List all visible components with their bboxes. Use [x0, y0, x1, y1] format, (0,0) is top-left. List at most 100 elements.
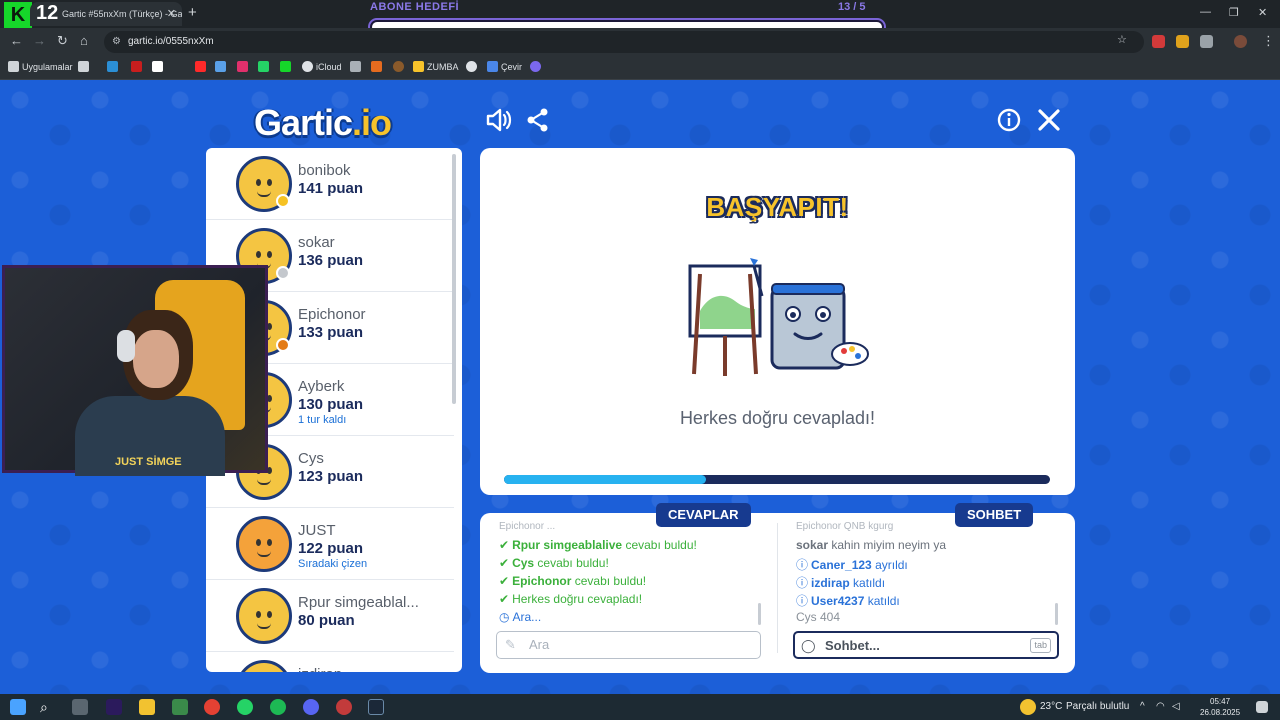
search-icon[interactable]: ⌕	[40, 699, 56, 715]
streamer-face	[133, 330, 179, 388]
clock[interactable]: 05:47 26.08.2025	[1200, 696, 1240, 718]
extensions-puzzle-icon[interactable]	[1200, 35, 1213, 48]
player-row[interactable]: JUST 122 puan Sıradaki çizen	[206, 508, 454, 580]
clock-icon: ◷	[499, 610, 510, 624]
answer-item: ✔ Rpur simgeablalive cevabı buldu!	[499, 538, 697, 552]
extension-icon[interactable]	[1176, 35, 1189, 48]
close-icon[interactable]	[1035, 106, 1063, 134]
player-row[interactable]: bonibok 141 puan	[206, 148, 454, 220]
close-tab-icon[interactable]: ✕	[167, 2, 176, 26]
masterpiece-title: BAŞYAPIT!	[706, 192, 849, 222]
bookmark-icloud[interactable]: iCloud	[302, 61, 342, 72]
player-note: Sıradaki çizen	[298, 558, 368, 570]
bookmark-icon[interactable]	[152, 61, 163, 72]
check-icon: ✔	[499, 574, 510, 588]
answers-tab[interactable]: CEVAPLAR	[656, 503, 751, 527]
tab-bar: K Gartic #55nxXm (Türkçe) - Gartic ✕ 12 …	[0, 0, 1280, 36]
chat-faded-line: Epichonor QNB kgurg	[796, 521, 894, 532]
player-list-scrollbar[interactable]	[452, 154, 456, 404]
player-row[interactable]: Rpur simgeablal... 80 puan	[206, 580, 454, 652]
bookmark-icon[interactable]	[371, 61, 382, 72]
bookmark-translate[interactable]: Çevir	[487, 61, 522, 72]
player-name: Epichonor	[298, 306, 366, 323]
bookmark-star-icon[interactable]: ☆	[1117, 33, 1127, 46]
close-window-icon[interactable]: ✕	[1258, 6, 1267, 19]
reload-icon[interactable]: ↻	[57, 33, 68, 49]
volume-icon[interactable]: ◁	[1172, 701, 1180, 712]
chat-message: sokar kahin miyim neyim ya	[796, 538, 947, 552]
home-icon[interactable]: ⌂	[80, 33, 88, 48]
chat-tab[interactable]: SOHBET	[955, 503, 1034, 527]
player-name: izdirap	[298, 666, 342, 672]
whatsapp-icon[interactable]	[258, 61, 269, 72]
menu-icon[interactable]: ⋮	[1262, 33, 1275, 49]
bookmark-icon[interactable]	[530, 61, 541, 72]
chat-message: Cys 404	[796, 610, 841, 624]
url-field[interactable]: ⚙ gartic.io/0555nxXm	[104, 31, 1144, 53]
sound-icon[interactable]	[484, 106, 512, 134]
answer-more[interactable]: ◷ Ara...	[499, 610, 541, 624]
stream-counter: 12	[36, 2, 59, 24]
new-tab-icon[interactable]: +	[188, 4, 197, 22]
address-bar: ← → ↻ ⌂ ⚙ gartic.io/0555nxXm ☆ ⋮	[0, 28, 1280, 56]
back-icon[interactable]: ←	[10, 33, 23, 48]
chat-scrollbar[interactable]	[1055, 603, 1058, 625]
answer-faded-line: Epichonor ...	[499, 521, 556, 532]
file-explorer-icon[interactable]	[139, 699, 155, 715]
share-icon[interactable]	[524, 106, 552, 134]
answers-scrollbar[interactable]	[758, 603, 761, 625]
weather-icon[interactable]	[1020, 699, 1036, 715]
tray-chevron-icon[interactable]: ^	[1140, 701, 1145, 712]
obs-icon[interactable]	[336, 699, 352, 715]
chat-event: ⓘ Caner_123 ayrıldı	[796, 558, 908, 572]
restore-icon[interactable]: ❐	[1229, 6, 1239, 19]
bookmark-icon[interactable]	[350, 61, 361, 72]
gartic-logo: Gartic.io	[254, 102, 392, 143]
forward-icon[interactable]: →	[33, 33, 46, 48]
panel-divider	[777, 523, 778, 653]
info-icon: ⓘ	[796, 576, 809, 590]
kick-icon[interactable]	[280, 61, 291, 72]
tab-hint-badge: tab	[1030, 638, 1051, 653]
instagram-icon[interactable]	[237, 61, 248, 72]
premiere-icon[interactable]	[106, 699, 122, 715]
bookmark-apps[interactable]: Uygulamalar	[8, 61, 73, 72]
network-icon[interactable]: ◠	[1156, 701, 1165, 712]
weather-temp: 23°C	[1040, 701, 1063, 712]
steam-icon[interactable]	[368, 699, 384, 715]
player-row[interactable]: izdirap	[206, 652, 454, 672]
search-icon: ◯	[801, 638, 816, 653]
windows-start-icon[interactable]	[10, 699, 26, 715]
player-avatar	[236, 516, 292, 572]
minimize-icon[interactable]: —	[1200, 6, 1211, 18]
chrome-icon[interactable]	[204, 699, 220, 715]
bookmark-icon[interactable]	[131, 61, 142, 72]
bookmark-icon[interactable]	[466, 61, 477, 72]
chat-input[interactable]: ◯ Sohbet... tab	[793, 631, 1059, 659]
extension-icon[interactable]	[1152, 35, 1165, 48]
answers-chat-panel: CEVAPLAR SOHBET Epichonor ... ✔ Rpur simg…	[480, 503, 1075, 673]
answer-input[interactable]: ✎ Ara	[496, 631, 761, 659]
youtube-icon[interactable]	[195, 61, 206, 72]
bookmark-icon[interactable]	[78, 61, 89, 72]
bookmark-icon[interactable]	[107, 61, 118, 72]
player-name: sokar	[298, 234, 335, 251]
kick-logo: K	[4, 2, 32, 28]
check-icon: ✔	[499, 538, 510, 552]
notification-icon[interactable]	[1256, 701, 1268, 713]
profile-avatar[interactable]	[1234, 35, 1247, 48]
store-icon[interactable]	[172, 699, 188, 715]
whatsapp-icon[interactable]	[237, 699, 253, 715]
site-info-icon[interactable]: ⚙	[112, 31, 121, 53]
task-view-icon[interactable]	[72, 699, 88, 715]
taskbar: ⌕ 23°C Parçalı bulutlu ^ ◠ ◁ 05:47 26.08…	[0, 694, 1280, 720]
webcam-label: JUST SİMGE	[115, 456, 182, 468]
bookmark-zumba[interactable]: ZUMBA	[413, 61, 459, 72]
info-icon[interactable]	[995, 106, 1023, 134]
bookmark-icon[interactable]	[393, 61, 404, 72]
spotify-icon[interactable]	[270, 699, 286, 715]
webcam-overlay: JUST SİMGE	[2, 265, 268, 476]
steam-icon[interactable]	[215, 61, 226, 72]
discord-icon[interactable]	[303, 699, 319, 715]
player-note: 1 tur kaldı	[298, 414, 347, 426]
